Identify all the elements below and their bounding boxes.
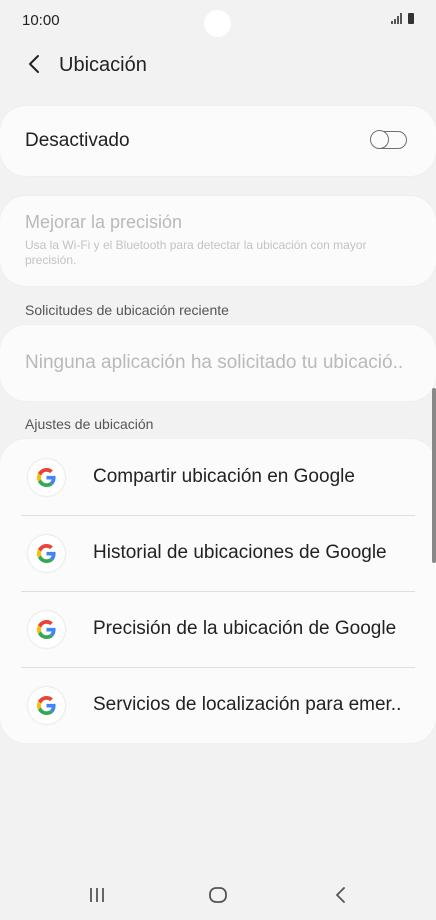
google-icon <box>28 611 65 648</box>
setting-item-label: Precisión de la ubicación de Google <box>93 618 397 639</box>
google-icon <box>28 687 65 724</box>
home-icon[interactable] <box>208 886 228 904</box>
back-icon[interactable] <box>24 53 46 75</box>
status-icons <box>391 13 414 24</box>
improve-precision-card: Mejorar la precisión Usa la Wi-Fi y el B… <box>0 196 436 286</box>
status-time: 10:00 <box>22 12 60 29</box>
recent-requests-card: Ninguna aplicación ha solicitado tu ubic… <box>0 325 436 401</box>
setting-item-emergency-location[interactable]: Servicios de localización para emer.. <box>0 667 436 743</box>
setting-item-label: Servicios de localización para emer.. <box>93 694 402 715</box>
app-bar: Ubicación <box>0 48 436 84</box>
scrollbar[interactable] <box>432 388 436 563</box>
location-settings-card: Compartir ubicación en Google Historial … <box>0 439 436 743</box>
recent-requests-header: Solicitudes de ubicación reciente <box>25 302 229 318</box>
nav-back-icon[interactable] <box>333 886 349 904</box>
setting-item-location-accuracy[interactable]: Precisión de la ubicación de Google <box>0 591 436 667</box>
recent-apps-icon[interactable] <box>88 886 106 904</box>
setting-item-location-history[interactable]: Historial de ubicaciones de Google <box>0 515 436 591</box>
battery-icon <box>408 13 414 24</box>
recent-requests-empty-text: Ninguna aplicación ha solicitado tu ubic… <box>25 352 404 373</box>
status-bar: 10:00 <box>0 0 436 44</box>
location-toggle-card[interactable]: Desactivado <box>0 106 436 176</box>
front-camera <box>204 10 231 37</box>
setting-item-label: Historial de ubicaciones de Google <box>93 542 387 563</box>
signal-icon <box>391 13 402 24</box>
toggle-knob <box>370 130 389 149</box>
page-title: Ubicación <box>59 54 147 76</box>
location-toggle-switch[interactable] <box>370 130 407 149</box>
google-icon <box>28 459 65 496</box>
setting-item-share-location[interactable]: Compartir ubicación en Google <box>0 439 436 515</box>
location-settings-header: Ajustes de ubicación <box>25 416 154 432</box>
navigation-bar <box>0 870 436 920</box>
setting-item-label: Compartir ubicación en Google <box>93 466 355 487</box>
improve-precision-description: Usa la Wi-Fi y el Bluetooth para detecta… <box>25 238 367 267</box>
google-icon <box>28 535 65 572</box>
location-toggle-label: Desactivado <box>25 130 130 151</box>
improve-precision-title: Mejorar la precisión <box>25 212 183 232</box>
